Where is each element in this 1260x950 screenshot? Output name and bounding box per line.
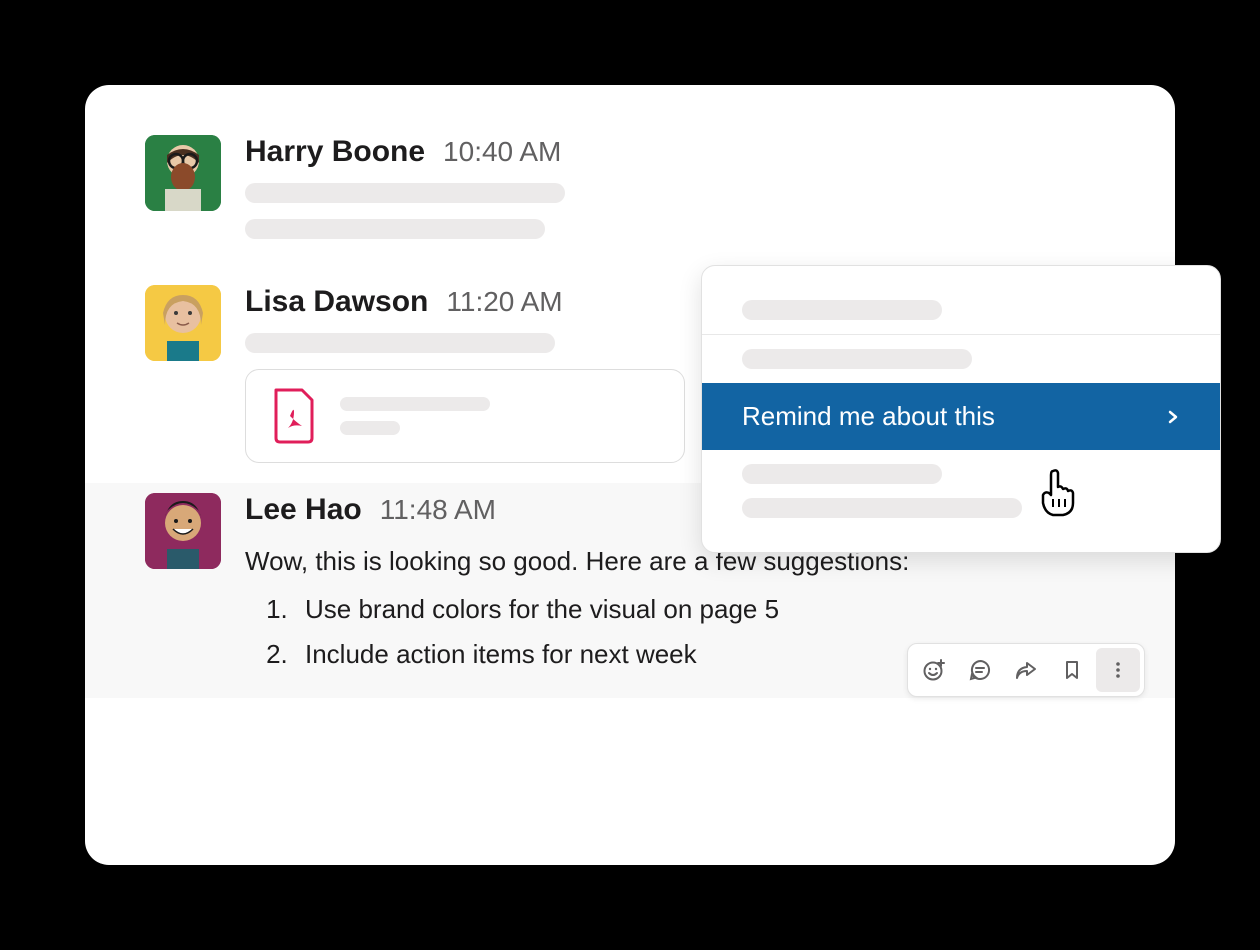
avatar-icon <box>145 285 221 361</box>
avatar[interactable] <box>145 493 221 569</box>
chevron-right-icon <box>1166 410 1180 424</box>
menu-item-label: Remind me about this <box>742 401 995 432</box>
avatar[interactable] <box>145 285 221 361</box>
message-header: Harry Boone 10:40 AM <box>245 135 1115 169</box>
thread-button[interactable] <box>958 648 1002 692</box>
avatar-icon <box>145 135 221 211</box>
menu-divider <box>702 334 1220 335</box>
author-name[interactable]: Lisa Dawson <box>245 285 428 319</box>
more-vertical-icon <box>1106 658 1130 682</box>
message-body: Harry Boone 10:40 AM <box>245 135 1115 255</box>
thread-icon <box>968 658 992 682</box>
bookmark-button[interactable] <box>1050 648 1094 692</box>
chat-window: Harry Boone 10:40 AM Lisa Dawson 11:20 A… <box>85 85 1175 865</box>
avatar-icon <box>145 493 221 569</box>
attachment-meta <box>340 397 660 435</box>
emoji-plus-icon <box>922 658 946 682</box>
message: Harry Boone 10:40 AM <box>85 125 1175 275</box>
author-name[interactable]: Lee Hao <box>245 493 362 527</box>
avatar[interactable] <box>145 135 221 211</box>
bookmark-icon <box>1060 658 1084 682</box>
menu-item-placeholder[interactable] <box>742 464 942 484</box>
author-name[interactable]: Harry Boone <box>245 135 425 169</box>
share-button[interactable] <box>1004 648 1048 692</box>
text-placeholder <box>245 183 565 203</box>
menu-item-placeholder[interactable] <box>742 349 972 369</box>
add-reaction-button[interactable] <box>912 648 956 692</box>
list-item: Use brand colors for the visual on page … <box>295 589 1115 629</box>
more-actions-button[interactable] <box>1096 648 1140 692</box>
share-icon <box>1014 658 1038 682</box>
timestamp: 10:40 AM <box>443 136 561 168</box>
timestamp: 11:48 AM <box>380 494 496 526</box>
pdf-icon <box>270 388 318 444</box>
menu-item-placeholder[interactable] <box>742 498 1022 518</box>
text-placeholder <box>245 333 555 353</box>
menu-item-placeholder[interactable] <box>742 300 942 320</box>
timestamp: 11:20 AM <box>446 286 562 318</box>
menu-item-remind[interactable]: Remind me about this <box>702 383 1220 450</box>
attachment[interactable] <box>245 369 685 463</box>
message-actions-toolbar <box>907 643 1145 697</box>
context-menu: Remind me about this <box>701 265 1221 553</box>
text-placeholder <box>245 219 545 239</box>
